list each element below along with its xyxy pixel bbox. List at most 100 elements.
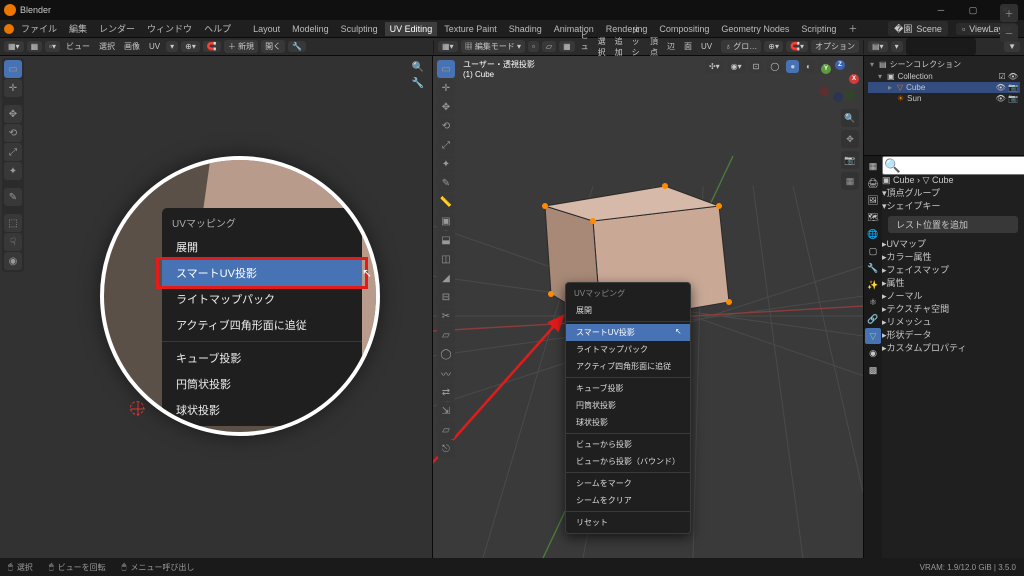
editor-type-uv-icon[interactable]: ▦▾ <box>4 41 24 52</box>
tool-annotate-icon[interactable]: ✎ <box>4 188 22 206</box>
uv-menu-image[interactable]: 画像 <box>121 41 143 52</box>
menu-window[interactable]: ウィンドウ <box>142 20 197 37</box>
options-menu[interactable]: オプション <box>811 40 859 53</box>
ptab-object-icon[interactable]: ▢ <box>865 243 881 259</box>
editor-type-3d-icon[interactable]: ▦▾ <box>438 41 458 52</box>
tool-bevel-icon[interactable]: ◢ <box>437 269 455 287</box>
tool-edgeslide-icon[interactable]: ⇄ <box>437 383 455 401</box>
nav-gizmo[interactable]: X Y Z <box>817 60 859 102</box>
tool-shrink-icon[interactable]: ⇲ <box>437 402 455 420</box>
workspace-tab-active[interactable]: UV Editing <box>385 22 438 36</box>
vp-menu-face[interactable]: 面 <box>681 41 695 52</box>
outliner-filter-icon[interactable]: ▾ <box>891 41 903 52</box>
shading-wire-icon[interactable]: ◯ <box>766 60 783 73</box>
menu-help[interactable]: ヘルプ <box>199 20 236 37</box>
tool-select-box-icon[interactable]: ▭ <box>437 60 455 78</box>
uv-wrench-icon[interactable]: 🔧 <box>412 78 424 89</box>
tool-shear-icon[interactable]: ▱ <box>437 421 455 439</box>
snap-icon[interactable]: 🧲 <box>203 41 221 52</box>
tool-pinch-icon[interactable]: ◉ <box>4 252 22 270</box>
outliner-row-sun[interactable]: ☀ Sun👁 📷 <box>868 93 1020 104</box>
shading-solid-icon[interactable]: ● <box>786 60 799 73</box>
nav-zoom-icon[interactable]: 🔍 <box>841 109 859 127</box>
ctx-item[interactable]: ビューから投影 <box>566 436 690 453</box>
tool-transform-icon[interactable]: ✦ <box>437 155 455 173</box>
3d-viewport[interactable]: ▭ ✛ ✥ ⟲ ⤢ ✦ ✎ 📏 ▣ ⬓ ◫ ◢ ⊟ ✂ ▱ ◯ 〰 ⇄ ⇲ ▱ … <box>433 56 864 558</box>
menu-file[interactable]: ファイル <box>16 20 62 37</box>
tool-extrude-icon[interactable]: ⬓ <box>437 231 455 249</box>
ptab-material-icon[interactable]: ◉ <box>865 345 881 361</box>
tool-rip-icon[interactable]: ⎋ <box>437 440 455 458</box>
ctx-item[interactable]: キューブ投影 <box>566 380 690 397</box>
menu-edit[interactable]: 編集 <box>64 20 92 37</box>
panel-header[interactable]: ▾頂点グループ <box>882 186 1024 199</box>
nav-move-icon[interactable]: ✥ <box>841 130 859 148</box>
tool-inset-icon[interactable]: ◫ <box>437 250 455 268</box>
workspace-tab[interactable]: Modeling <box>287 22 334 36</box>
uv-sync-icon[interactable]: ▦ <box>27 41 43 52</box>
uv-editor[interactable]: ▭ ✛ ✥ ⟲ ⤢ ✦ ✎ ⬚ ☟ ◉ 🔍 🔧 UVマッピング 展開 <box>0 56 433 558</box>
rest-position-button[interactable]: レスト位置を追加 <box>888 216 1018 233</box>
menu-render[interactable]: レンダー <box>94 20 140 37</box>
tool-measure-icon[interactable]: 📏 <box>437 193 455 211</box>
properties-search-input[interactable] <box>882 156 1024 175</box>
tool-loopcut-icon[interactable]: ⊟ <box>437 288 455 306</box>
tool-move-icon[interactable]: ✥ <box>437 98 455 116</box>
vp-menu-add[interactable]: 追加 <box>612 36 626 58</box>
ptab-particles-icon[interactable]: ✨ <box>865 277 881 293</box>
panel-header[interactable]: ▸フェイスマップ <box>882 263 1024 276</box>
ctx-item[interactable]: シームをマーク <box>566 475 690 492</box>
ptab-scene-icon[interactable]: 🗺 <box>865 209 881 225</box>
ptab-view-icon[interactable]: 🖼 <box>865 192 881 208</box>
tool-annotate-icon[interactable]: ✎ <box>437 174 455 192</box>
uv-open-button[interactable]: 開く <box>261 40 285 53</box>
ptab-modifier-icon[interactable]: 🔧 <box>865 260 881 276</box>
overlay-toggle-icon[interactable]: ◉▾ <box>727 60 746 73</box>
gizmo-toggle-icon[interactable]: ✣▾ <box>705 60 724 73</box>
tool-smooth-icon[interactable]: 〰 <box>437 364 455 382</box>
ptab-data-icon[interactable]: ▽ <box>865 328 881 344</box>
tool-cursor-icon[interactable]: ✛ <box>4 79 22 97</box>
panel-header[interactable]: ▸UVマップ <box>882 237 1024 250</box>
orientation-selector[interactable]: ♁ グロ… <box>721 40 761 53</box>
snap-toggle[interactable]: 🧲▾ <box>786 41 808 52</box>
panel-header[interactable]: ▸カラー属性 <box>882 250 1024 263</box>
ptab-constraint-icon[interactable]: 🔗 <box>865 311 881 327</box>
tool-spin-icon[interactable]: ◯ <box>437 345 455 363</box>
select-mode-edge[interactable]: ▱ <box>542 41 556 52</box>
outliner-type-icon[interactable]: ▤▾ <box>868 41 888 52</box>
uv-menu-view[interactable]: ビュー <box>63 41 93 52</box>
xray-toggle-icon[interactable]: ⊡ <box>749 60 764 73</box>
tool-rotate-icon[interactable]: ⟲ <box>4 124 22 142</box>
ctx-item[interactable]: ビューから投影（バウンド） <box>566 453 690 470</box>
image-selector[interactable]: ▾ <box>166 41 178 52</box>
uv-menu-select[interactable]: 選択 <box>96 41 118 52</box>
workspace-tab[interactable]: Sculpting <box>336 22 383 36</box>
tool-cursor-icon[interactable]: ✛ <box>437 79 455 97</box>
uv-zoom-icon[interactable]: 🔍 <box>412 62 424 73</box>
outliner-search-input[interactable] <box>906 38 976 55</box>
ctx-item[interactable]: 円筒状投影 <box>566 397 690 414</box>
tool-scale-icon[interactable]: ⤢ <box>4 143 22 161</box>
select-mode-vert[interactable]: ▫ <box>528 41 539 52</box>
outliner-row-scene[interactable]: ▾▤ シーンコレクション <box>868 58 1020 71</box>
ptab-output-icon[interactable]: 🖨 <box>865 175 881 191</box>
ctx-item[interactable]: ライトマップパック <box>566 341 690 358</box>
panel-header[interactable]: ▾シェイプキー <box>882 199 1024 212</box>
uv-menu-uv[interactable]: UV <box>146 42 163 51</box>
nav-camera-icon[interactable]: 📷 <box>841 151 859 169</box>
ctx-item[interactable]: 球状投影 <box>566 414 690 431</box>
panel-header[interactable]: ▸リメッシュ <box>882 315 1024 328</box>
tool-rotate-icon[interactable]: ⟲ <box>437 117 455 135</box>
window-maximize-button[interactable]: ▢ <box>958 0 988 20</box>
ptab-world-icon[interactable]: 🌐 <box>865 226 881 242</box>
uv-new-button[interactable]: ＋ 新規 <box>224 40 258 53</box>
vp-menu-vert[interactable]: 頂点 <box>647 36 661 58</box>
tool-move-icon[interactable]: ✥ <box>4 105 22 123</box>
ctx-item[interactable]: アクティブ四角形面に追従 <box>566 358 690 375</box>
panel-header[interactable]: ▸形状データ <box>882 328 1024 341</box>
workspace-tab[interactable]: Layout <box>248 22 285 36</box>
panel-header[interactable]: ▸テクスチャ空間 <box>882 302 1024 315</box>
uv-select-mode[interactable]: ▫▾ <box>45 41 60 52</box>
outliner-row-cube[interactable]: ▸▽ Cube👁 📷 <box>868 82 1020 93</box>
